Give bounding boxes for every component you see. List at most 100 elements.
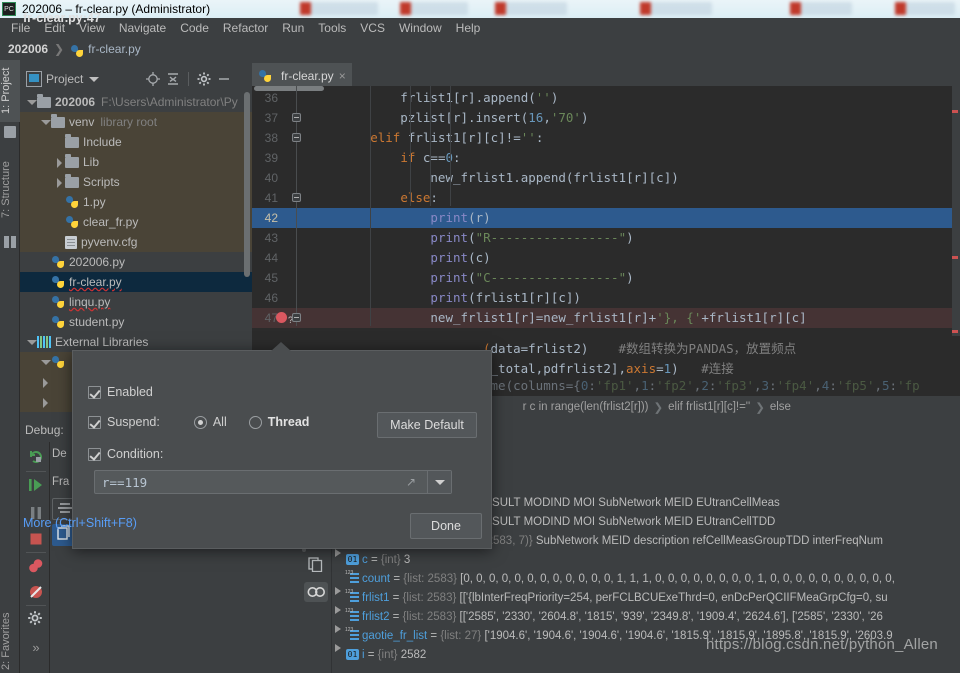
variable-row[interactable]: 01 i = {int} 2582	[334, 646, 426, 665]
chevron-right-icon[interactable]	[40, 377, 51, 388]
done-button[interactable]: Done	[410, 513, 482, 539]
hide-panel-icon[interactable]	[216, 71, 232, 87]
code-line[interactable]: 44 print(c)	[252, 248, 960, 268]
menu-item-run[interactable]: Run	[275, 20, 311, 36]
condition-checkbox[interactable]	[88, 447, 101, 461]
condition-input[interactable]: r==119 ↗	[94, 470, 452, 494]
chevron-right-icon[interactable]	[40, 397, 51, 408]
suspend-thread-radio[interactable]	[248, 415, 262, 429]
tree-item[interactable]: 1.py	[20, 192, 252, 212]
code-line[interactable]: 41 else:	[252, 188, 960, 208]
editor-tab-bar: fr-clear.py ×	[252, 60, 960, 86]
error-stripe-mark[interactable]	[952, 330, 958, 333]
variable-row[interactable]: count = {list: 2583} [0, 0, 0, 0, 0, 0, …	[334, 570, 895, 595]
copy-icon[interactable]	[307, 556, 325, 574]
menu-item-tools[interactable]: Tools	[311, 20, 353, 36]
locate-icon[interactable]	[145, 71, 161, 87]
chevron-down-icon[interactable]	[40, 117, 51, 128]
error-stripe-mark[interactable]	[952, 256, 958, 259]
close-icon[interactable]: ×	[339, 69, 346, 83]
collapse-all-icon[interactable]	[165, 71, 181, 87]
tab-frames[interactable]: Fra	[52, 476, 69, 488]
code-line[interactable]: 37 pzlist[r].insert(16,'70')	[252, 108, 960, 128]
view-breakpoints-icon[interactable]	[27, 557, 45, 575]
editor-tab-fr-clear[interactable]: fr-clear.py ×	[252, 63, 352, 86]
variable-row[interactable]: frlist2 = {list: 2583} [['2585', '2330',…	[334, 608, 883, 633]
menu-item-navigate[interactable]: Navigate	[112, 20, 173, 36]
code-line[interactable]: 45 print("C-----------------")	[252, 268, 960, 288]
variable-row[interactable]: 01 c = {int} 3	[334, 551, 410, 570]
expand-editor-icon[interactable]: ↗	[406, 476, 419, 489]
make-default-button[interactable]: Make Default	[377, 412, 477, 438]
config-file-icon	[65, 235, 77, 249]
gear-icon[interactable]	[196, 71, 212, 87]
menu-item-window[interactable]: Window	[392, 20, 449, 36]
menu-item-help[interactable]: Help	[449, 20, 488, 36]
more-link[interactable]: More (Ctrl+Shift+F8)	[23, 516, 137, 530]
tree-item[interactable]: venv library root	[20, 112, 252, 132]
sidebar-item-structure[interactable]: 7: Structure	[0, 150, 20, 230]
tree-item[interactable]: Include	[20, 132, 252, 152]
stop-icon[interactable]	[27, 530, 45, 548]
sidebar-item-favorites[interactable]: 2: Favorites	[0, 600, 20, 673]
code-line[interactable]: 38 elif frlist1[r][c]!='':	[252, 128, 960, 148]
fold-marker-icon[interactable]	[292, 313, 301, 322]
tree-item[interactable]: pyvenv.cfg	[20, 232, 252, 252]
code-line[interactable]: 46 print(frlist1[r][c])	[252, 288, 960, 308]
chevron-down-icon[interactable]	[26, 337, 37, 348]
error-stripe-mark[interactable]	[952, 110, 958, 113]
variable-name: frlist2	[362, 611, 390, 623]
tree-item[interactable]: linqu.py	[20, 292, 252, 312]
tree-item[interactable]: Scripts	[20, 172, 252, 192]
menu-item-refactor[interactable]: Refactor	[216, 20, 275, 36]
tree-item[interactable]: 202006 F:\Users\Administrator\Py	[20, 92, 252, 112]
menu-item-code[interactable]: Code	[173, 20, 216, 36]
tree-item[interactable]: Lib	[20, 152, 252, 172]
sidebar-item-project[interactable]: 1: Project	[0, 60, 20, 122]
tab-debugger[interactable]: De	[52, 448, 67, 460]
code-line[interactable]: 40 new_frlist1.append(frlist1[r][c])	[252, 168, 960, 188]
trail-crumb-else[interactable]: else	[770, 401, 791, 413]
menu-item-vcs[interactable]: VCS	[353, 20, 392, 36]
settings-icon[interactable]	[27, 610, 45, 628]
tree-item[interactable]: student.py	[20, 312, 252, 332]
enabled-checkbox[interactable]	[88, 385, 101, 399]
enabled-row[interactable]: Enabled	[88, 385, 153, 399]
condition-row[interactable]: Condition:	[88, 447, 163, 461]
breadcrumb-project[interactable]: 202006	[8, 42, 48, 56]
tree-item[interactable]: 202006.py	[20, 252, 252, 272]
toolbar-divider	[26, 552, 46, 553]
chevron-right-icon[interactable]	[54, 157, 65, 168]
tree-item[interactable]: clear_fr.py	[20, 212, 252, 232]
chevron-right-icon[interactable]	[54, 177, 65, 188]
rerun-icon[interactable]	[27, 448, 45, 466]
fold-marker-icon[interactable]	[292, 193, 301, 202]
code-line[interactable]: 42 print(r)	[252, 208, 960, 228]
resume-icon[interactable]	[27, 476, 45, 494]
python-file-icon	[51, 295, 65, 309]
more-icon[interactable]: »	[27, 640, 45, 658]
tree-item[interactable]: fr-clear.py	[20, 272, 252, 292]
suspend-checkbox[interactable]	[88, 415, 101, 429]
code-line[interactable]: 39 if c==0:	[252, 148, 960, 168]
suspend-all-radio[interactable]	[193, 415, 207, 429]
breakpoint-icon[interactable]	[276, 312, 287, 323]
tree-item[interactable]: External Libraries	[20, 332, 252, 352]
chevron-down-icon[interactable]	[26, 97, 37, 108]
watches-icon[interactable]	[304, 582, 328, 602]
breadcrumb-file[interactable]: fr-clear.py	[88, 42, 141, 56]
code-line[interactable]: 36 frlist1[r].append('')	[252, 88, 960, 108]
chevron-down-icon[interactable]	[89, 76, 100, 82]
fold-marker-icon[interactable]	[292, 133, 301, 142]
code-line[interactable]: 43 print("R-----------------")	[252, 228, 960, 248]
chevron-down-icon[interactable]	[427, 471, 451, 493]
chevron-down-icon[interactable]	[40, 357, 51, 368]
trail-crumb-elif[interactable]: elif frlist1[r][c]!=''	[668, 401, 750, 413]
trail-crumb-for[interactable]: r c in range(len(frlist2[r]))	[523, 401, 649, 413]
project-tree-scrollbar[interactable]	[244, 92, 250, 277]
suspend-row[interactable]: Suspend: All Thread	[88, 415, 309, 429]
variable-row[interactable]: frlist1 = {list: 2583} [['{lbInterFreqPr…	[334, 589, 888, 614]
code-line[interactable]: 47 new_frlist1[r]=new_frlist1[r]+'}, {'+…	[252, 308, 960, 328]
fold-marker-icon[interactable]	[292, 113, 301, 122]
mute-breakpoints-icon[interactable]	[27, 583, 45, 601]
